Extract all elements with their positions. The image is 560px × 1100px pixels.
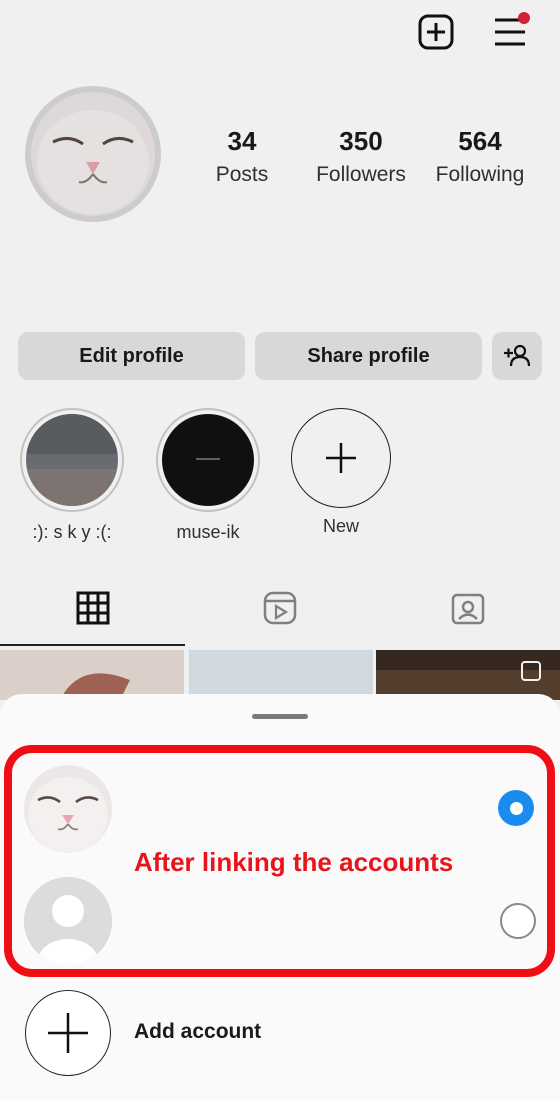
notification-dot xyxy=(518,12,530,24)
stat-followers[interactable]: 350 Followers xyxy=(296,126,426,188)
stat-following[interactable]: 564 Following xyxy=(415,126,545,188)
highlight-label: muse-ik xyxy=(176,522,240,542)
sheet-drag-handle[interactable] xyxy=(252,714,308,719)
highlight-muse-ik[interactable]: muse-ik xyxy=(153,408,263,543)
highlight-new[interactable]: New xyxy=(286,408,396,537)
new-post-icon[interactable] xyxy=(416,12,456,52)
edit-profile-button[interactable]: Edit profile xyxy=(18,332,245,380)
followers-count: 350 xyxy=(339,126,383,156)
grid-icon[interactable] xyxy=(73,588,113,628)
post-image xyxy=(60,673,130,700)
reels-icon[interactable] xyxy=(260,588,300,628)
plus-icon xyxy=(326,443,356,473)
add-person-icon xyxy=(504,344,531,367)
add-account-label[interactable]: Add account xyxy=(134,1020,261,1044)
active-tab-indicator xyxy=(0,644,185,646)
followers-label: Followers xyxy=(316,163,406,186)
highlight-sky[interactable]: :): s k y :(: xyxy=(17,408,127,543)
tagged-icon[interactable] xyxy=(448,588,488,628)
following-count: 564 xyxy=(458,126,502,156)
sky-highlight-image xyxy=(26,414,118,506)
cat-avatar-image xyxy=(31,92,155,216)
stat-posts[interactable]: 34 Posts xyxy=(177,126,307,188)
profile-avatar[interactable] xyxy=(25,86,161,222)
add-account-button[interactable] xyxy=(25,990,111,1076)
posts-label: Posts xyxy=(215,163,269,186)
highlight-label: :): s k y :(: xyxy=(32,522,112,542)
annotation-text: After linking the accounts xyxy=(134,847,454,877)
post-thumbnail[interactable] xyxy=(376,650,560,700)
following-label: Following xyxy=(435,163,525,186)
post-thumbnail[interactable] xyxy=(189,650,373,700)
plus-icon xyxy=(48,1013,88,1053)
post-thumbnail[interactable] xyxy=(0,650,184,700)
posts-count: 34 xyxy=(227,126,257,156)
add-person-button[interactable] xyxy=(492,332,542,380)
muse-highlight-image xyxy=(162,414,254,506)
share-profile-button[interactable]: Share profile xyxy=(255,332,482,380)
highlight-label: New xyxy=(322,516,359,536)
post-image xyxy=(376,661,560,700)
